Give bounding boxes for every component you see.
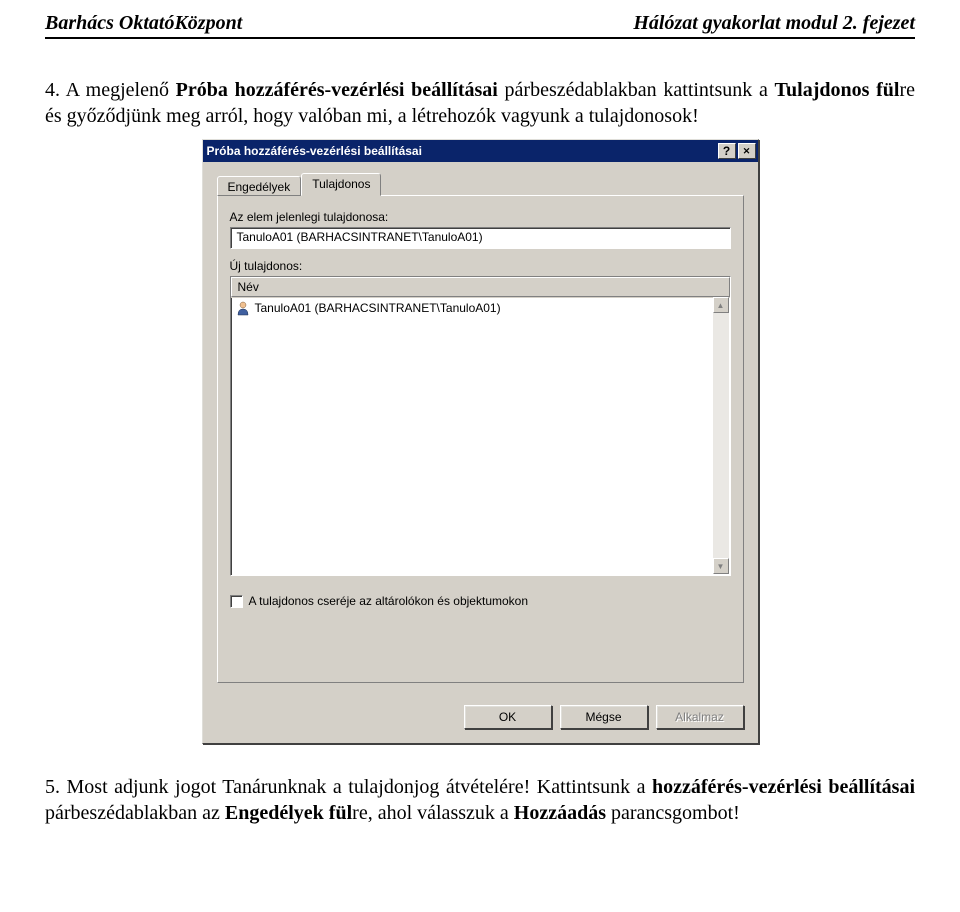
dialog-titlebar[interactable]: Próba hozzáférés-vezérlési beállításai bbox=[203, 140, 758, 162]
tab-permissions[interactable]: Engedélyek bbox=[217, 176, 302, 196]
help-button[interactable] bbox=[718, 143, 736, 159]
apply-button[interactable]: Alkalmaz bbox=[656, 705, 744, 729]
ok-button[interactable]: OK bbox=[464, 705, 552, 729]
vertical-scrollbar[interactable]: ▲ ▼ bbox=[713, 297, 729, 574]
new-owner-label: Új tulajdonos: bbox=[230, 259, 731, 273]
dialog-title: Próba hozzáférés-vezérlési beállításai bbox=[207, 144, 422, 158]
dialog-button-row: OK Mégse Alkalmaz bbox=[203, 695, 758, 743]
close-button[interactable] bbox=[738, 143, 756, 159]
new-owner-listbox[interactable]: Név TanuloA01 (BARHACSINTRANET\TanuloA01… bbox=[230, 276, 731, 576]
header-left: Barhács OktatóKözpont bbox=[45, 12, 242, 35]
scroll-track[interactable] bbox=[713, 313, 729, 558]
header-right: Hálózat gyakorlat modul 2. fejezet bbox=[633, 12, 915, 35]
paragraph-5: 5. Most adjunk jogot Tanárunknak a tulaj… bbox=[45, 774, 915, 826]
checkbox-label: A tulajdonos cseréje az altárolókon és o… bbox=[249, 594, 529, 608]
owner-tab-panel: Az elem jelenlegi tulajdonosa: TanuloA01… bbox=[217, 195, 744, 683]
current-owner-field[interactable]: TanuloA01 (BARHACSINTRANET\TanuloA01) bbox=[230, 227, 731, 249]
cancel-button[interactable]: Mégse bbox=[560, 705, 648, 729]
scroll-down-icon[interactable]: ▼ bbox=[713, 558, 729, 574]
question-icon bbox=[723, 145, 730, 158]
user-icon bbox=[235, 300, 251, 316]
list-item-label: TanuloA01 (BARHACSINTRANET\TanuloA01) bbox=[255, 301, 501, 315]
close-icon bbox=[743, 146, 751, 157]
scroll-up-icon[interactable]: ▲ bbox=[713, 297, 729, 313]
tab-owner[interactable]: Tulajdonos bbox=[301, 173, 381, 196]
checkbox-icon[interactable] bbox=[230, 595, 243, 608]
current-owner-label: Az elem jelenlegi tulajdonosa: bbox=[230, 210, 731, 224]
replace-owner-checkbox-row[interactable]: A tulajdonos cseréje az altárolókon és o… bbox=[230, 594, 731, 608]
list-item[interactable]: TanuloA01 (BARHACSINTRANET\TanuloA01) bbox=[231, 298, 730, 318]
access-control-dialog: Próba hozzáférés-vezérlési beállításai E… bbox=[202, 139, 759, 744]
col-header-name[interactable]: Név bbox=[231, 277, 730, 297]
paragraph-4: 4. A megjelenő Próba hozzáférés-vezérlés… bbox=[45, 77, 915, 129]
page-header: Barhács OktatóKözpont Hálózat gyakorlat … bbox=[45, 12, 915, 39]
tab-strip: Engedélyek Tulajdonos bbox=[217, 172, 744, 196]
